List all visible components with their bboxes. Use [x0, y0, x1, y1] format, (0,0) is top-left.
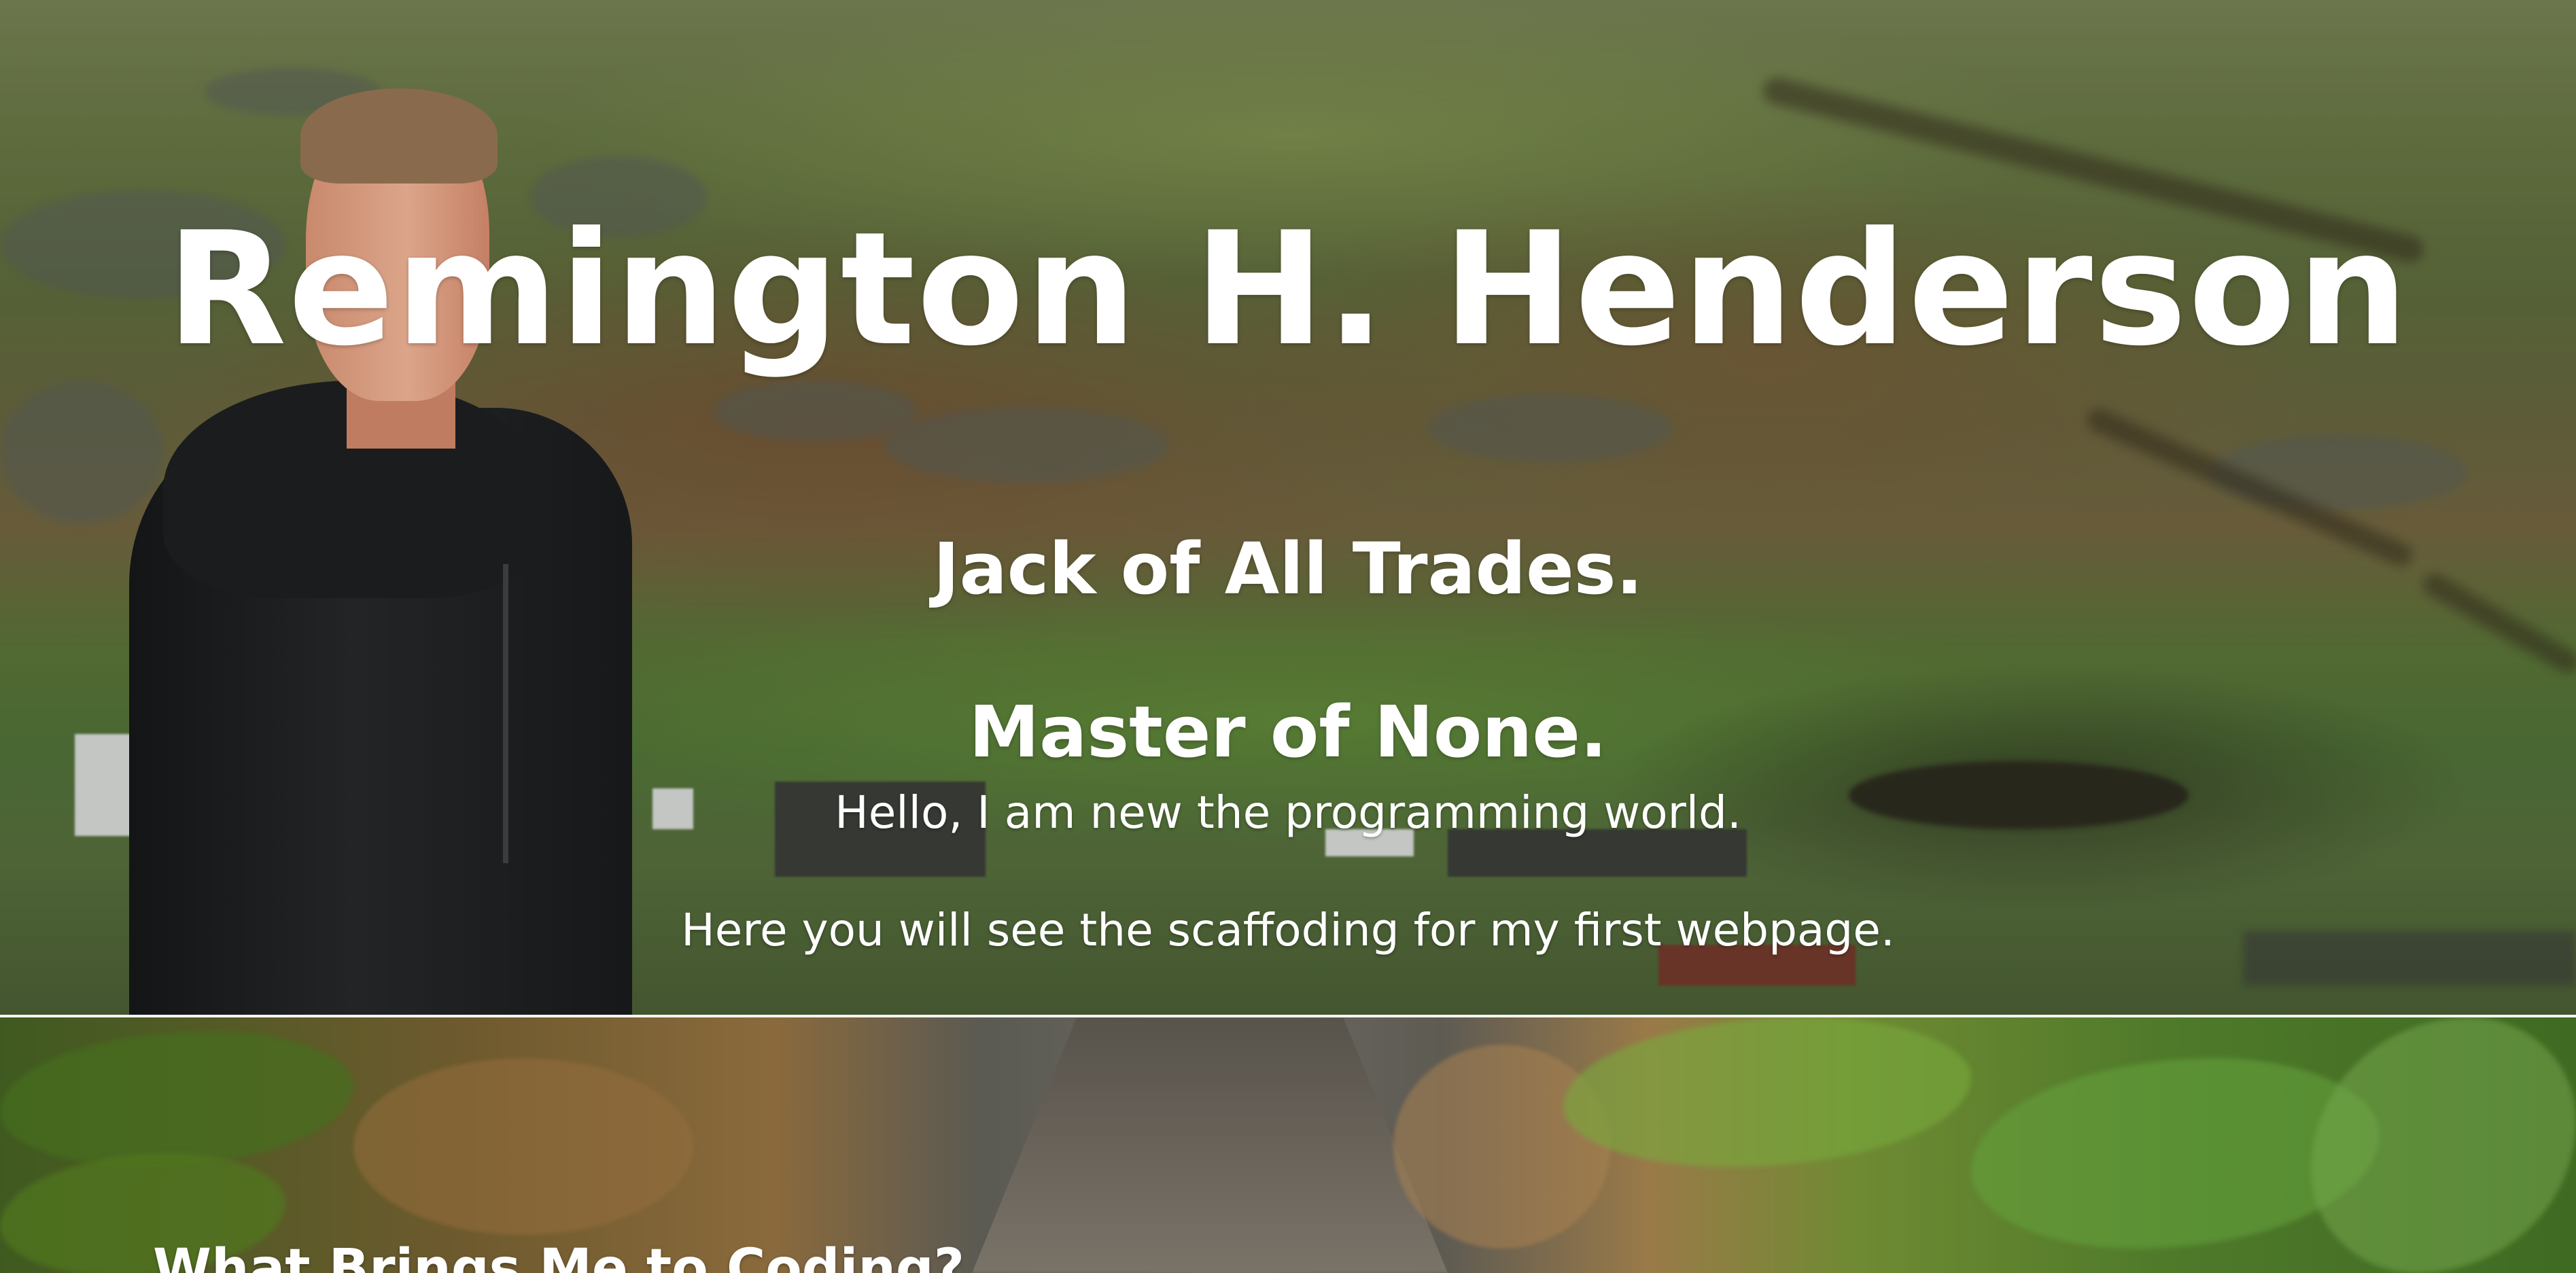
intro-text: Hello, I am new the programming world.	[835, 786, 1741, 839]
tagline-jack-of-all-trades: Jack of All Trades.	[933, 527, 1643, 610]
hero-banner: Remington H. Henderson Jack of All Trade…	[0, 0, 2576, 1015]
page: Remington H. Henderson Jack of All Trade…	[0, 0, 2576, 1273]
intro-subtext: Here you will see the scaffoding for my …	[681, 904, 1895, 956]
tagline-master-of-none: Master of None.	[969, 691, 1607, 773]
section-heading: What Brings Me to Coding?	[153, 1238, 964, 1273]
coding-section	[0, 1017, 2576, 1273]
page-title: Remington H. Henderson	[166, 199, 2410, 381]
